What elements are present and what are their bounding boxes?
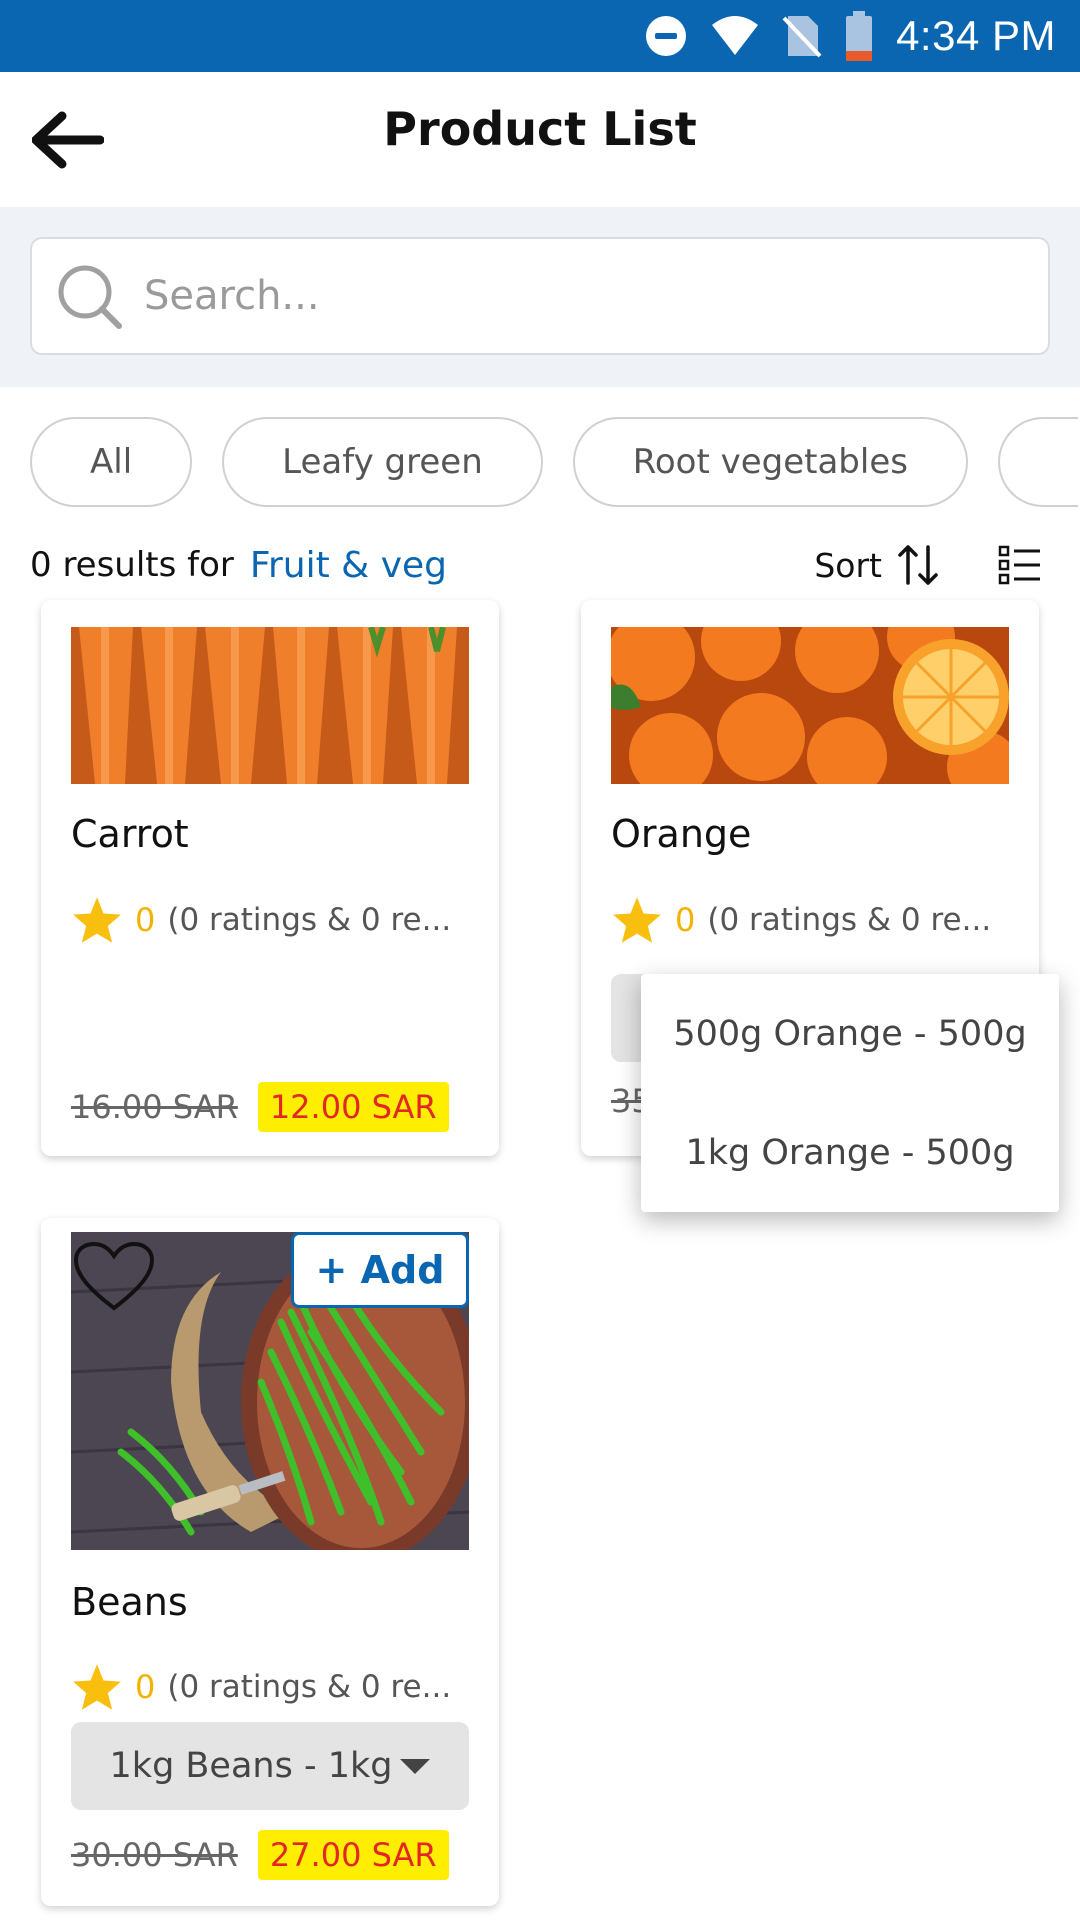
star-icon (613, 897, 661, 943)
star-icon (73, 1664, 121, 1710)
chevron-down-icon (400, 1758, 431, 1774)
heart-icon (73, 1241, 155, 1311)
favorite-button[interactable] (71, 1238, 157, 1314)
list-view-button[interactable] (990, 535, 1050, 595)
product-name: Orange (611, 812, 752, 856)
filter-chips: All Leafy green Root vegetables (30, 417, 1078, 507)
add-button[interactable]: + Add (291, 1232, 469, 1308)
status-time: 4:34 PM (896, 12, 1056, 59)
sort-button[interactable]: Sort (814, 543, 940, 587)
battery-icon (844, 11, 874, 61)
variant-select[interactable]: 1kg Beans - 1kg (71, 1722, 469, 1810)
rating-row: 0 (0 ratings & 0 re... (611, 895, 991, 945)
no-sim-icon (782, 14, 822, 58)
star-icon (73, 897, 121, 943)
sale-price: 12.00 SAR (257, 1082, 449, 1132)
page-title: Product List (383, 102, 697, 156)
orange-image (611, 627, 1009, 784)
results-category-link[interactable]: Fruit & veg (250, 545, 447, 586)
rating-row: 0 (0 ratings & 0 re... (71, 1662, 451, 1712)
price-row: 16.00 SAR 12.00 SAR (71, 1082, 449, 1132)
search-box[interactable] (30, 237, 1050, 355)
rating-value: 0 (135, 1668, 156, 1706)
carrot-image (71, 627, 469, 784)
list-view-icon (998, 545, 1040, 585)
app-header: Product List (0, 72, 1080, 207)
product-card-beans[interactable]: + Add Beans 0 (0 ratings & 0 re... 1kg B… (41, 1218, 499, 1906)
results-bar: 0 results for Fruit & veg Sort (30, 535, 1050, 595)
search-icon (50, 257, 128, 335)
sort-arrows-icon (898, 545, 938, 585)
status-bar: 4:34 PM (0, 0, 1080, 72)
dropdown-option[interactable]: 500g Orange - 500g (641, 974, 1059, 1093)
search-section (0, 207, 1080, 387)
wifi-icon (710, 15, 760, 57)
do-not-disturb-icon (644, 14, 688, 58)
sort-label: Sort (814, 545, 882, 585)
chip-root-vegetables[interactable]: Root vegetables (572, 417, 968, 507)
chip-partial[interactable] (997, 417, 1078, 507)
product-card-carrot[interactable]: Carrot 0 (0 ratings & 0 re... 16.00 SAR … (41, 600, 499, 1156)
results-count: 0 results for (30, 545, 234, 585)
sale-price: 27.00 SAR (257, 1830, 449, 1880)
chip-all[interactable]: All (30, 417, 193, 507)
product-name: Carrot (71, 812, 189, 856)
chip-leafy-green[interactable]: Leafy green (222, 417, 543, 507)
rating-value: 0 (675, 901, 696, 939)
variant-label: 1kg Beans - 1kg (109, 1746, 393, 1786)
rating-summary: (0 ratings & 0 re... (707, 902, 992, 938)
rating-summary: (0 ratings & 0 re... (167, 1669, 452, 1705)
rating-row: 0 (0 ratings & 0 re... (71, 895, 451, 945)
status-icons: 4:34 PM (644, 0, 1056, 72)
price-row: 30.00 SAR 27.00 SAR (71, 1830, 449, 1880)
dropdown-option[interactable]: 1kg Orange - 500g (641, 1093, 1059, 1212)
old-price: 30.00 SAR (71, 1836, 238, 1874)
product-name: Beans (71, 1580, 188, 1624)
search-input[interactable] (128, 256, 1048, 336)
old-price: 16.00 SAR (71, 1088, 238, 1126)
rating-value: 0 (135, 901, 156, 939)
variant-dropdown-menu: 500g Orange - 500g 1kg Orange - 500g (641, 974, 1059, 1212)
rating-summary: (0 ratings & 0 re... (167, 902, 452, 938)
